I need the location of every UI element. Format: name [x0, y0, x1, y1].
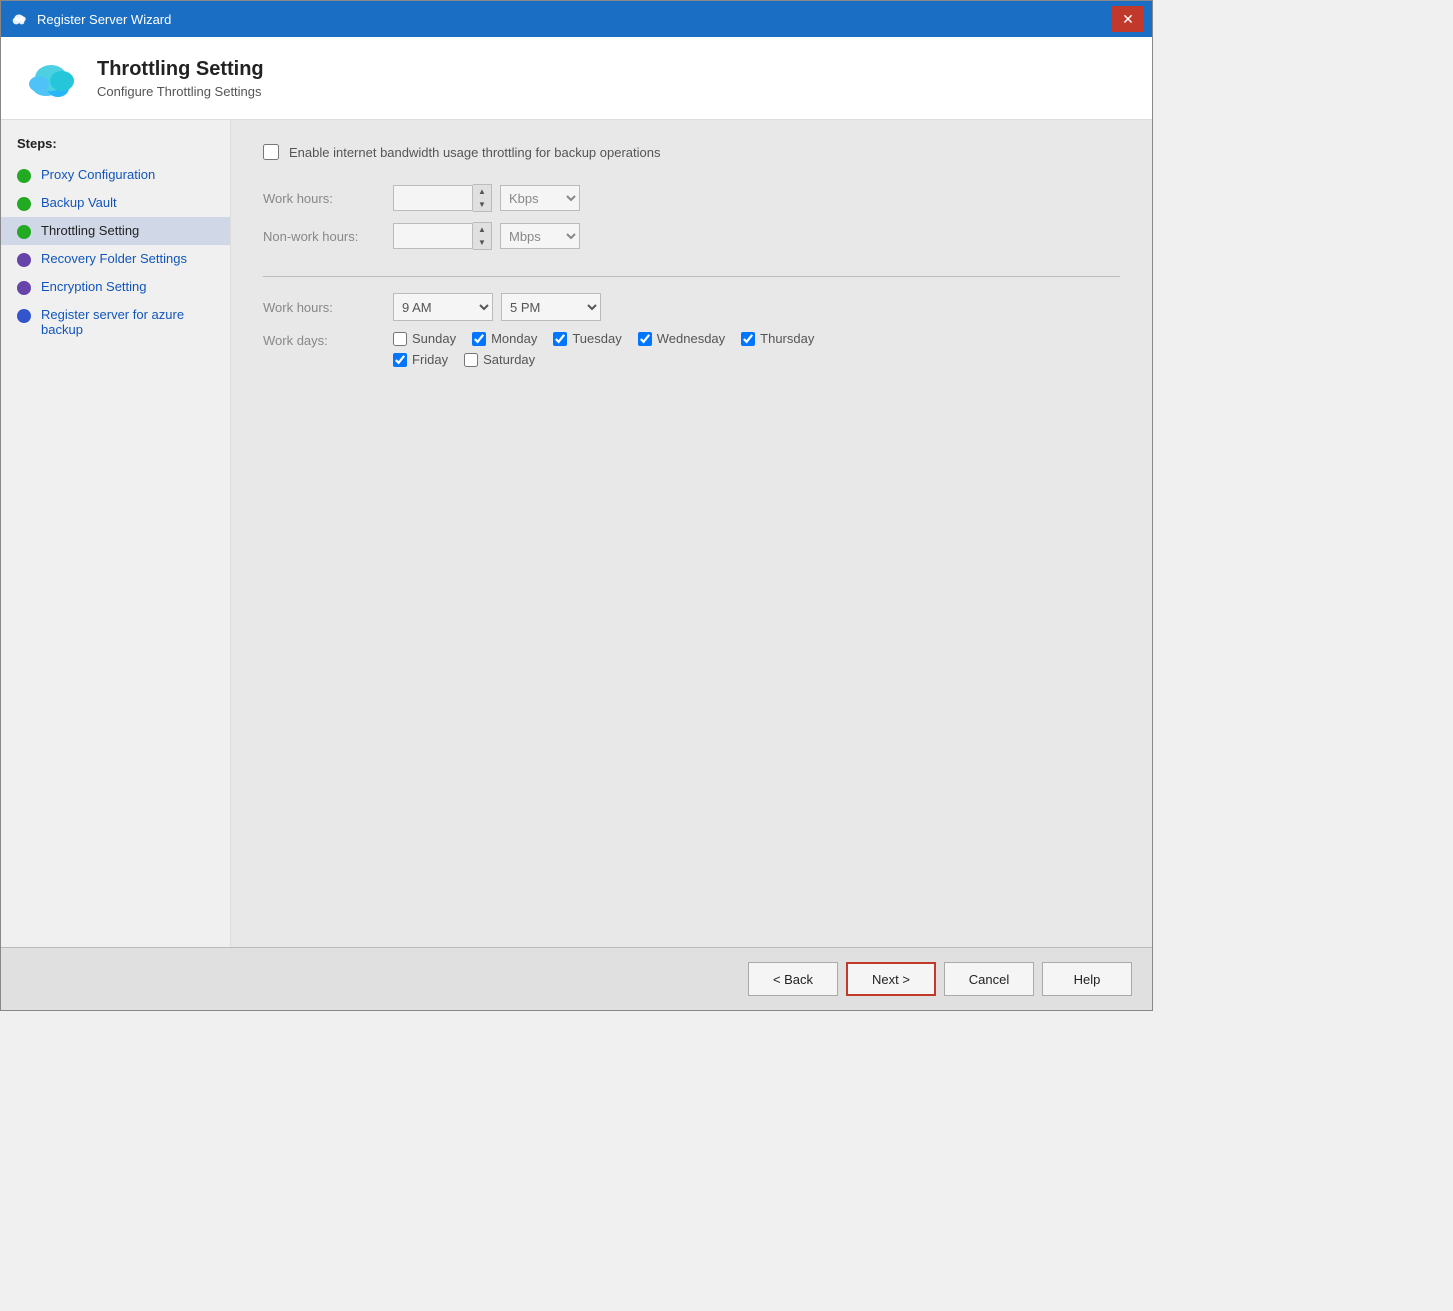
step-dot-encryption: [17, 281, 31, 295]
sidebar-item-proxy-configuration[interactable]: Proxy Configuration: [1, 161, 230, 189]
page-subtitle: Configure Throttling Settings: [97, 84, 264, 99]
sidebar-item-label: Register server for azure backup: [41, 307, 214, 337]
tuesday-checkbox[interactable]: [553, 332, 567, 346]
work-hours-down-button[interactable]: ▼: [473, 198, 491, 211]
section-divider: [263, 276, 1120, 277]
sunday-label: Sunday: [412, 331, 456, 346]
help-button[interactable]: Help: [1042, 962, 1132, 996]
sidebar-item-label: Proxy Configuration: [41, 167, 155, 182]
non-work-hours-bandwidth-row: Non-work hours: 1023.0 ▲ ▼ Kbps Mbps: [263, 222, 1120, 250]
wednesday-checkbox[interactable]: [638, 332, 652, 346]
step-dot-throttling: [17, 225, 31, 239]
days-row-2: Friday Saturday: [393, 352, 814, 367]
work-hours-unit-select[interactable]: Kbps Mbps: [500, 185, 580, 211]
page-title: Throttling Setting: [97, 58, 264, 81]
day-friday[interactable]: Friday: [393, 352, 448, 367]
work-hours-up-button[interactable]: ▲: [473, 185, 491, 198]
saturday-checkbox[interactable]: [464, 353, 478, 367]
thursday-checkbox[interactable]: [741, 332, 755, 346]
sidebar-item-label: Encryption Setting: [41, 279, 147, 294]
days-row-1: Sunday Monday Tuesday Wednesday: [393, 331, 814, 346]
enable-throttling-row: Enable internet bandwidth usage throttli…: [263, 144, 1120, 160]
work-hours-label: Work hours:: [263, 191, 393, 206]
day-saturday[interactable]: Saturday: [464, 352, 535, 367]
title-bar-text: Register Server Wizard: [37, 12, 1112, 27]
day-sunday[interactable]: Sunday: [393, 331, 456, 346]
steps-label: Steps:: [1, 136, 230, 161]
non-work-hours-spinner: ▲ ▼: [473, 222, 492, 250]
title-bar: Register Server Wizard ✕: [1, 1, 1152, 37]
day-tuesday[interactable]: Tuesday: [553, 331, 621, 346]
days-grid: Sunday Monday Tuesday Wednesday: [393, 331, 814, 367]
app-icon: [9, 9, 29, 29]
sidebar: Steps: Proxy Configuration Backup Vault …: [1, 120, 231, 947]
sidebar-item-register-server[interactable]: Register server for azure backup: [1, 301, 230, 343]
wednesday-label: Wednesday: [657, 331, 725, 346]
sidebar-item-label: Recovery Folder Settings: [41, 251, 187, 266]
wizard-window: Register Server Wizard ✕ Throttling Sett…: [0, 0, 1153, 1011]
header-cloud-icon: [21, 53, 81, 103]
work-hours-time-row: Work hours: 6 AM 7 AM 8 AM 9 AM 10 AM 11…: [263, 293, 1120, 321]
sidebar-item-label: Throttling Setting: [41, 223, 139, 238]
work-days-row: Work days: Sunday Monday Tue: [263, 331, 1120, 367]
non-work-hours-label: Non-work hours:: [263, 229, 393, 244]
work-days-label: Work days:: [263, 333, 393, 348]
enable-throttling-checkbox[interactable]: [263, 144, 279, 160]
footer: < Back Next > Cancel Help: [1, 947, 1152, 1010]
non-work-hours-up-button[interactable]: ▲: [473, 223, 491, 236]
sunday-checkbox[interactable]: [393, 332, 407, 346]
enable-throttling-label[interactable]: Enable internet bandwidth usage throttli…: [289, 145, 660, 160]
friday-label: Friday: [412, 352, 448, 367]
day-wednesday[interactable]: Wednesday: [638, 331, 725, 346]
sidebar-item-backup-vault[interactable]: Backup Vault: [1, 189, 230, 217]
cancel-button[interactable]: Cancel: [944, 962, 1034, 996]
work-hours-end-select[interactable]: 3 PM 4 PM 5 PM 6 PM 7 PM 8 PM: [501, 293, 601, 321]
day-thursday[interactable]: Thursday: [741, 331, 814, 346]
non-work-hours-input[interactable]: 1023.0: [393, 223, 473, 249]
work-hours-start-select[interactable]: 6 AM 7 AM 8 AM 9 AM 10 AM 11 AM 12 PM: [393, 293, 493, 321]
step-dot-recovery: [17, 253, 31, 267]
friday-checkbox[interactable]: [393, 353, 407, 367]
sidebar-item-throttling-setting[interactable]: Throttling Setting: [1, 217, 230, 245]
sidebar-item-recovery-folder[interactable]: Recovery Folder Settings: [1, 245, 230, 273]
tuesday-label: Tuesday: [572, 331, 621, 346]
sidebar-item-encryption-setting[interactable]: Encryption Setting: [1, 273, 230, 301]
content-panel: Enable internet bandwidth usage throttli…: [231, 120, 1152, 947]
header: Throttling Setting Configure Throttling …: [1, 37, 1152, 120]
non-work-hours-down-button[interactable]: ▼: [473, 236, 491, 249]
work-hours-time-label: Work hours:: [263, 300, 393, 315]
header-text: Throttling Setting Configure Throttling …: [97, 58, 264, 99]
back-button[interactable]: < Back: [748, 962, 838, 996]
main-content: Steps: Proxy Configuration Backup Vault …: [1, 120, 1152, 947]
next-button[interactable]: Next >: [846, 962, 936, 996]
thursday-label: Thursday: [760, 331, 814, 346]
day-monday[interactable]: Monday: [472, 331, 537, 346]
non-work-hours-input-group: 1023.0 ▲ ▼: [393, 222, 492, 250]
work-hours-input[interactable]: 256.0: [393, 185, 473, 211]
non-work-hours-unit-select[interactable]: Kbps Mbps: [500, 223, 580, 249]
saturday-label: Saturday: [483, 352, 535, 367]
step-dot-register: [17, 309, 31, 323]
work-hours-bandwidth-row: Work hours: 256.0 ▲ ▼ Kbps Mbps: [263, 184, 1120, 212]
step-dot-proxy: [17, 169, 31, 183]
work-hours-input-group: 256.0 ▲ ▼: [393, 184, 492, 212]
close-button[interactable]: ✕: [1112, 6, 1144, 32]
monday-checkbox[interactable]: [472, 332, 486, 346]
work-hours-spinner: ▲ ▼: [473, 184, 492, 212]
step-dot-backup-vault: [17, 197, 31, 211]
sidebar-item-label: Backup Vault: [41, 195, 117, 210]
monday-label: Monday: [491, 331, 537, 346]
